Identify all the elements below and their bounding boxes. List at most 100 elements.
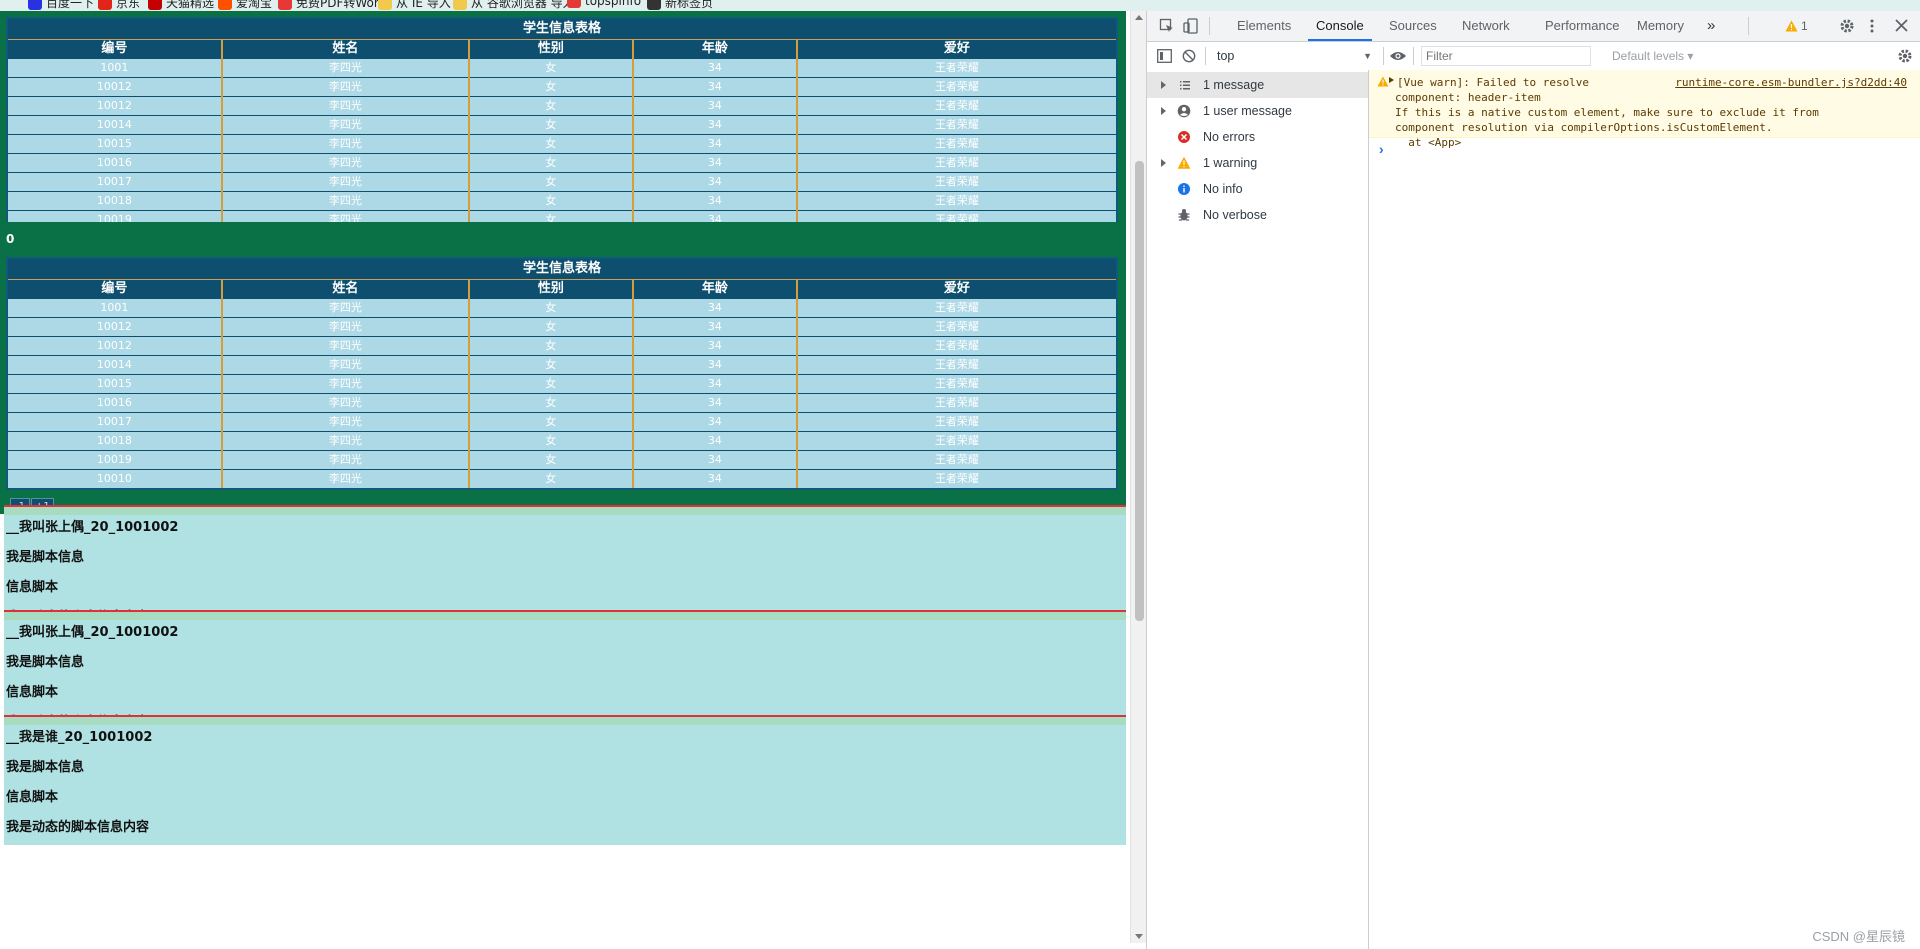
table-cell: 女 (467, 191, 633, 211)
table-cell: 34 (631, 96, 797, 116)
table-cell: 李四光 (220, 431, 469, 451)
device-toolbar-icon[interactable] (1183, 18, 1199, 34)
bookmark-item[interactable]: 天猫精选 (148, 0, 214, 11)
live-expression-eye-icon[interactable] (1389, 50, 1407, 62)
tab-elements[interactable]: Elements (1237, 11, 1291, 41)
table-cell: 34 (631, 374, 797, 394)
log-levels-dropdown[interactable]: Default levels ▾ (1612, 42, 1693, 70)
bookmark-label: 京东 (116, 0, 141, 10)
page-scrollbar[interactable] (1130, 11, 1147, 943)
table-cell: 10012 (8, 96, 222, 116)
sidebar-item-no-errors[interactable]: No errors (1147, 124, 1368, 150)
clear-console-icon[interactable] (1182, 49, 1196, 63)
table-cell: 李四光 (220, 336, 469, 356)
more-tabs-button[interactable]: » (1707, 11, 1715, 41)
close-icon[interactable] (1895, 19, 1908, 32)
student-table: 学生信息表格 编号 姓名 性别 年龄 爱好 1001 李四光女 34 王者荣耀 10012 李四光女 3… (6, 257, 1118, 490)
bookmark-favicon-icon (453, 0, 467, 10)
table-row: 10016 李四光女 34 王者荣耀 (8, 393, 1116, 413)
console-output: [Vue warn]: Failed to resolve component:… (1369, 70, 1920, 949)
more-options-icon[interactable] (1869, 18, 1875, 34)
table-header-row: 编号 姓名 性别 年龄 爱好 (8, 40, 1116, 59)
context-value: top (1217, 49, 1235, 63)
scroll-down-icon[interactable] (1135, 934, 1143, 939)
script-info-header: __我叫张上偶_20_1001002 (6, 520, 179, 535)
tab-performance[interactable]: Performance (1545, 11, 1619, 41)
script-info-line: 我是动态的脚本信息内容 (6, 820, 150, 835)
table-cell: 王者荣耀 (795, 336, 1116, 356)
table-cell: 王者荣耀 (795, 298, 1116, 318)
warning-icon (1377, 76, 1389, 87)
table-cell: 34 (631, 469, 797, 488)
sidebar-item-1-warning[interactable]: 1 warning (1147, 150, 1368, 176)
table-cell: 10016 (8, 393, 222, 413)
toolbar-divider (1209, 17, 1210, 35)
console-settings-icon[interactable] (1897, 48, 1913, 64)
console-toolbar: top ▼ Default levels ▾ (1147, 42, 1920, 71)
inspect-element-icon[interactable] (1159, 18, 1175, 34)
table-row: 10015 李四光女 34 王者荣耀 (8, 134, 1116, 154)
table-row: 10018 李四光女 34 王者荣耀 (8, 191, 1116, 211)
list-icon (1180, 81, 1190, 90)
script-info-line: 我是脚本信息 (6, 655, 85, 670)
sidebar-toggle-icon[interactable] (1157, 49, 1172, 63)
tab-network[interactable]: Network (1462, 11, 1510, 41)
tab-memory[interactable]: Memory (1637, 11, 1684, 41)
warning-line: component resolution via compilerOptions… (1395, 121, 1773, 134)
sidebar-item-label: 1 user message (1203, 104, 1292, 118)
expand-triangle-icon[interactable] (1161, 81, 1166, 89)
bookmark-item[interactable]: topspinfo (567, 0, 641, 8)
bookmark-item[interactable]: 京东 (98, 0, 140, 11)
tab-sources[interactable]: Sources (1389, 11, 1437, 41)
bookmark-label: 免费PDF转Word (296, 0, 387, 10)
bookmark-item[interactable]: 从 IE 导入 (378, 0, 451, 11)
scroll-up-icon[interactable] (1135, 15, 1143, 20)
divider (4, 505, 1126, 515)
column-header: 年龄 (631, 40, 797, 59)
script-info-line: 信息脚本 (6, 685, 59, 700)
warnings-counter[interactable]: 1 (1785, 19, 1808, 33)
source-link[interactable]: runtime-core.esm-bundler.js?d2dd:40 (1675, 75, 1907, 90)
sidebar-item-1-message[interactable]: 1 message (1147, 72, 1368, 98)
scroll-thumb[interactable] (1135, 161, 1144, 621)
table-cell: 女 (467, 115, 633, 135)
bookmark-item[interactable]: 爱淘宝 (218, 0, 272, 11)
bookmark-item[interactable]: 新标签页 (647, 0, 713, 11)
table-cell: 34 (631, 134, 797, 154)
table-header-row: 编号 姓名 性别 年龄 爱好 (8, 280, 1116, 299)
table-cell: 女 (467, 77, 633, 97)
bookmark-favicon-icon (647, 0, 661, 10)
expand-triangle-icon[interactable] (1389, 77, 1394, 83)
counter-value: 0 (0, 222, 1126, 256)
bookmark-item[interactable]: 从 谷歌浏览器 导入 (453, 0, 575, 11)
divider (4, 610, 1126, 620)
table-cell: 王者荣耀 (795, 96, 1116, 116)
settings-icon[interactable] (1839, 18, 1855, 34)
bookmark-item[interactable]: 百度一下 (28, 0, 94, 11)
warning-line: If this is a native custom element, make… (1395, 106, 1819, 119)
sidebar-item-label: No info (1203, 182, 1243, 196)
table-cell: 李四光 (220, 77, 469, 97)
sidebar-item-1-user-message[interactable]: 1 user message (1147, 98, 1368, 124)
table-cell: 女 (467, 374, 633, 394)
table-cell: 10019 (8, 450, 222, 470)
tab-console[interactable]: Console (1308, 11, 1372, 41)
context-selector[interactable]: top ▼ (1211, 46, 1376, 66)
bookmarks-bar: 百度一下 京东 天猫精选 爱淘宝 免费PDF转Word 从 IE 导入 从 谷歌浏览器 导入… (0, 0, 1920, 11)
expand-triangle-icon[interactable] (1161, 107, 1166, 115)
console-filter-input[interactable] (1421, 46, 1591, 66)
bookmark-favicon-icon (278, 0, 292, 10)
expand-triangle-icon[interactable] (1161, 159, 1166, 167)
sidebar-item-no-verbose[interactable]: No verbose (1147, 202, 1368, 228)
table-cell: 1001 (8, 58, 222, 78)
sidebar-item-no-info[interactable]: No info (1147, 176, 1368, 202)
table-row: 10014 李四光女 34 王者荣耀 (8, 115, 1116, 135)
bookmark-item[interactable]: 免费PDF转Word (278, 0, 386, 11)
console-warning-message[interactable]: [Vue warn]: Failed to resolve component:… (1369, 70, 1920, 149)
table-cell: 李四光 (220, 96, 469, 116)
bookmark-favicon-icon (218, 0, 232, 10)
table-row: 10016 李四光女 34 王者荣耀 (8, 153, 1116, 173)
table-grid: 编号 姓名 性别 年龄 爱好 1001 李四光女 34 王者荣耀 10012 李四光女 34 王者荣耀 1… (8, 280, 1116, 488)
table-cell: 王者荣耀 (795, 450, 1116, 470)
table-cell: 女 (467, 469, 633, 488)
